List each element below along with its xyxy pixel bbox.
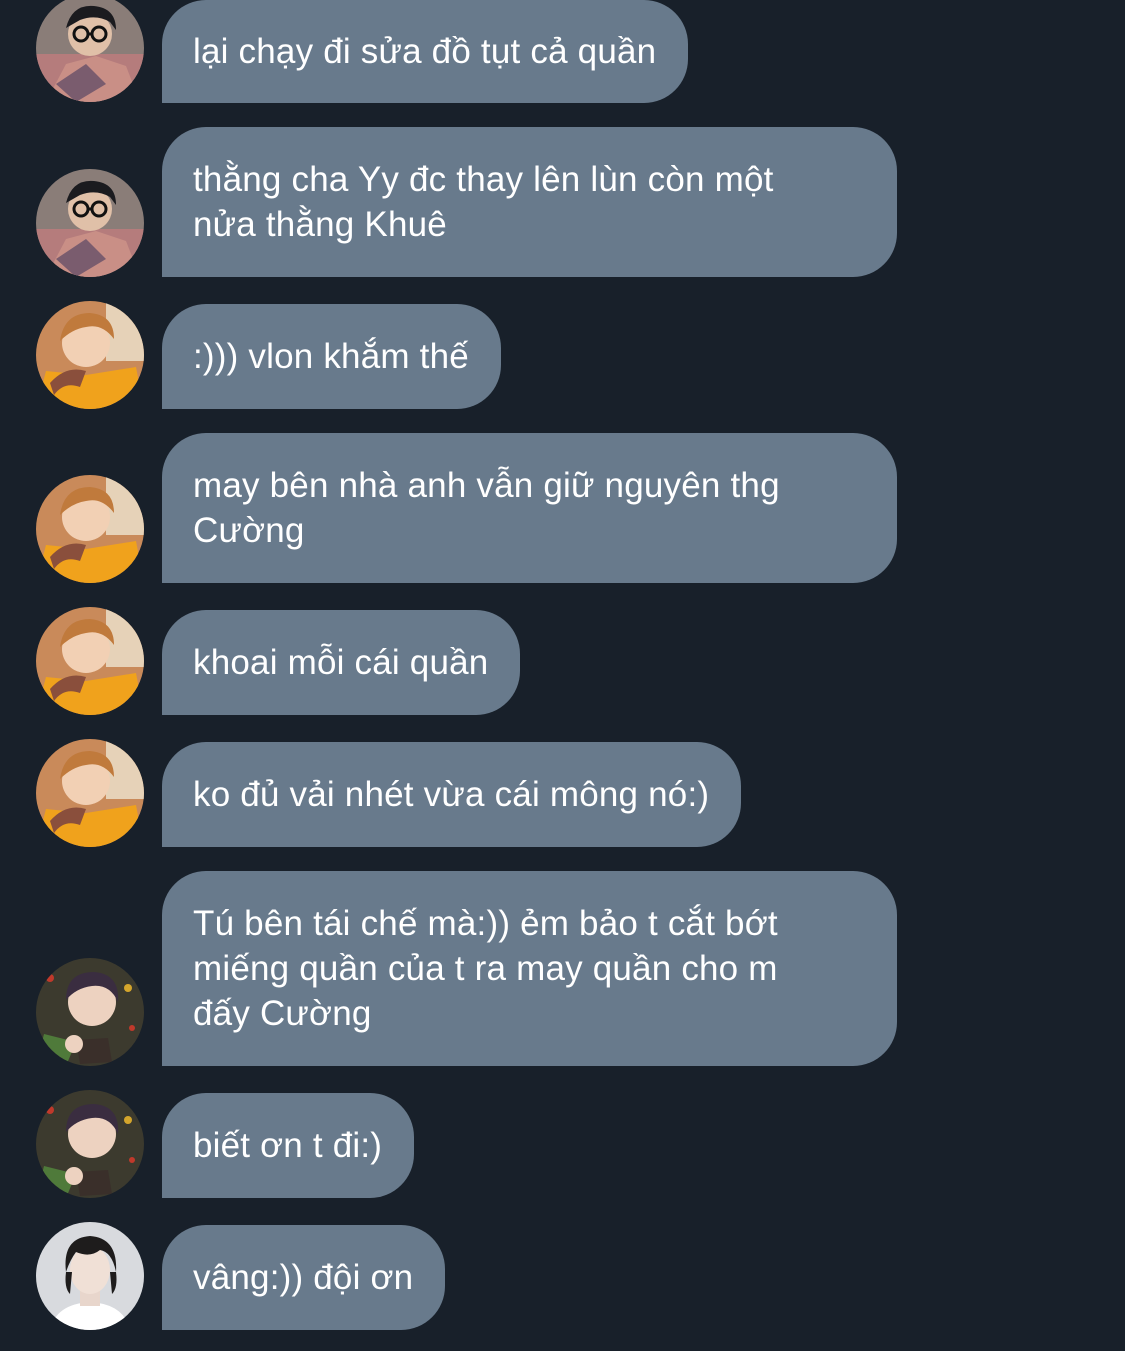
message-row: :))) vlon khắm thế	[0, 301, 1125, 409]
message-text: :))) vlon khắm thế	[193, 337, 469, 376]
avatar-christmas-boy-icon[interactable]	[36, 958, 144, 1066]
avatar-glasses-boy-icon[interactable]	[36, 169, 144, 277]
message-bubble[interactable]: may bên nhà anh vẫn giữ nguyên thg Cường	[162, 433, 897, 583]
avatar-orange-sweater-icon[interactable]	[36, 301, 144, 409]
chat-thread: lại chạy đi sửa đồ tụt cả quần thằng cha…	[0, 0, 1125, 1351]
message-bubble[interactable]: lại chạy đi sửa đồ tụt cả quần	[162, 0, 689, 103]
message-bubble[interactable]: thằng cha Yy đc thay lên lùn còn một nửa…	[162, 127, 897, 277]
avatar-christmas-boy-icon[interactable]	[36, 1090, 144, 1198]
message-row: lại chạy đi sửa đồ tụt cả quần	[0, 0, 1125, 103]
message-bubble[interactable]: vâng:)) đội ơn	[162, 1225, 446, 1330]
message-bubble[interactable]: ko đủ vải nhét vừa cái mông nó:)	[162, 742, 742, 847]
message-text: khoai mỗi cái quần	[193, 643, 489, 682]
message-text: ko đủ vải nhét vừa cái mông nó:)	[193, 775, 710, 814]
message-row: may bên nhà anh vẫn giữ nguyên thg Cường	[0, 433, 1125, 583]
message-text: Tú bên tái chế mà:)) ẻm bảo t cắt bớt mi…	[193, 904, 778, 1033]
message-row: Tú bên tái chế mà:)) ẻm bảo t cắt bớt mi…	[0, 871, 1125, 1066]
message-text: lại chạy đi sửa đồ tụt cả quần	[193, 32, 657, 71]
avatar-glasses-boy-icon[interactable]	[36, 0, 144, 102]
message-row: thằng cha Yy đc thay lên lùn còn một nửa…	[0, 127, 1125, 277]
message-bubble[interactable]: biết ơn t đi:)	[162, 1093, 415, 1198]
message-row: ko đủ vải nhét vừa cái mông nó:)	[0, 739, 1125, 847]
avatar-portrait-man-icon[interactable]	[36, 1222, 144, 1330]
message-row: biết ơn t đi:)	[0, 1090, 1125, 1198]
message-bubble[interactable]: :))) vlon khắm thế	[162, 304, 501, 409]
message-text: thằng cha Yy đc thay lên lùn còn một nửa…	[193, 160, 774, 244]
message-text: may bên nhà anh vẫn giữ nguyên thg Cường	[193, 466, 780, 550]
avatar-orange-sweater-icon[interactable]	[36, 739, 144, 847]
avatar-orange-sweater-icon[interactable]	[36, 607, 144, 715]
message-bubble[interactable]: Tú bên tái chế mà:)) ẻm bảo t cắt bớt mi…	[162, 871, 897, 1066]
avatar-orange-sweater-icon[interactable]	[36, 475, 144, 583]
message-text: biết ơn t đi:)	[193, 1126, 383, 1165]
message-text: vâng:)) đội ơn	[193, 1258, 414, 1297]
message-row: vâng:)) đội ơn	[0, 1222, 1125, 1330]
message-row: khoai mỗi cái quần	[0, 607, 1125, 715]
message-bubble[interactable]: khoai mỗi cái quần	[162, 610, 521, 715]
